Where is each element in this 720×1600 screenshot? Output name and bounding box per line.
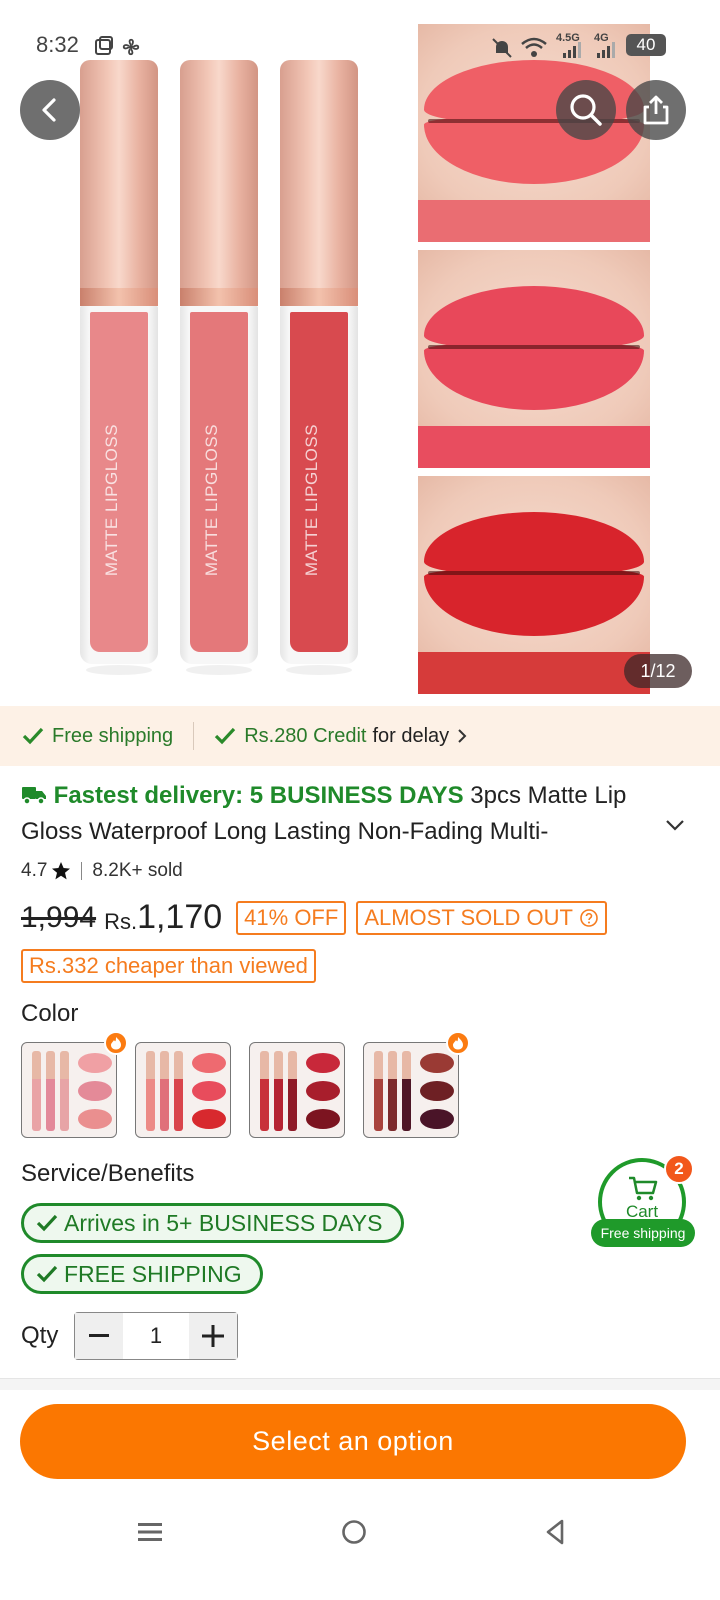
lip-swatch-panel bbox=[418, 476, 650, 694]
hot-flame-icon bbox=[446, 1031, 470, 1055]
credit-label: Rs.280 Credit bbox=[244, 724, 367, 747]
wifi-icon bbox=[521, 37, 547, 57]
chevron-left-icon bbox=[42, 98, 56, 122]
share-icon bbox=[643, 95, 669, 125]
sold-count: 8.2K+ sold bbox=[92, 860, 183, 881]
color-label: Color bbox=[21, 1000, 79, 1027]
price-row: 1,994 Rs. 1,170 41% OFF ALMOST SOLD OUT bbox=[21, 898, 617, 937]
color-option[interactable] bbox=[135, 1042, 231, 1138]
check-icon bbox=[215, 727, 236, 745]
image-counter: 1/12 bbox=[624, 654, 692, 688]
home-icon[interactable] bbox=[340, 1518, 368, 1546]
current-price: 1,170 bbox=[137, 898, 223, 936]
check-icon bbox=[36, 1265, 58, 1283]
benefit-strip[interactable]: Free shipping Rs.280 Credit for delay bbox=[0, 706, 720, 766]
quantity-value[interactable]: 1 bbox=[123, 1313, 189, 1359]
quantity-stepper: 1 bbox=[74, 1312, 238, 1360]
fastest-delivery-label: Fastest delivery: 5 BUSINESS DAYS bbox=[53, 782, 464, 809]
cheaper-than-viewed-badge: Rs.332 cheaper than viewed bbox=[21, 949, 316, 983]
rating-value: 4.7 bbox=[21, 860, 48, 881]
stock-badge[interactable]: ALMOST SOLD OUT bbox=[356, 900, 607, 935]
qty-label: Qty bbox=[21, 1322, 59, 1349]
star-icon bbox=[52, 862, 71, 880]
free-shipping-pill-label: FREE SHIPPING bbox=[64, 1260, 242, 1287]
mute-icon bbox=[492, 38, 512, 58]
lipgloss-tube: MATTE LIPGLOSS bbox=[80, 60, 158, 675]
decrease-quantity-button[interactable] bbox=[75, 1313, 123, 1359]
fan-icon bbox=[122, 38, 140, 56]
hot-flame-icon bbox=[104, 1031, 128, 1055]
lipgloss-tube: MATTE LIPGLOSS bbox=[280, 60, 358, 675]
help-icon bbox=[580, 908, 598, 927]
delay-credit-link[interactable]: Rs.280 Credit for delay bbox=[214, 725, 467, 748]
chevron-right-icon bbox=[458, 729, 467, 743]
tube-label: MATTE LIPGLOSS bbox=[102, 423, 121, 577]
product-title[interactable]: Fastest delivery: 5 BUSINESS DAYS 3pcs M… bbox=[21, 778, 651, 850]
color-option[interactable] bbox=[21, 1031, 128, 1138]
signal-icon bbox=[563, 42, 581, 58]
color-option[interactable] bbox=[249, 1042, 345, 1138]
menu-icon[interactable] bbox=[136, 1518, 164, 1546]
share-button[interactable] bbox=[626, 80, 686, 140]
color-options bbox=[21, 1031, 470, 1138]
lip-swatch-panel bbox=[418, 250, 650, 468]
status-time: 8:32 bbox=[36, 32, 79, 57]
free-shipping-pill: FREE SHIPPING bbox=[21, 1254, 263, 1294]
lipgloss-tube: MATTE LIPGLOSS bbox=[180, 60, 258, 675]
tube-label: MATTE LIPGLOSS bbox=[202, 423, 221, 577]
currency: Rs. bbox=[104, 908, 138, 934]
check-icon bbox=[36, 1214, 58, 1232]
signal-icon bbox=[597, 42, 615, 58]
plus-icon bbox=[202, 1325, 224, 1347]
arrives-badge: Arrives in 5+ BUSINESS DAYS bbox=[21, 1203, 404, 1243]
system-nav-bar bbox=[0, 1494, 720, 1600]
color-option[interactable] bbox=[363, 1031, 470, 1138]
chevron-down-icon[interactable] bbox=[664, 818, 686, 832]
back-nav-icon[interactable] bbox=[542, 1518, 570, 1546]
service-label: Service/Benefits bbox=[21, 1160, 195, 1187]
minus-icon bbox=[89, 1334, 109, 1337]
check-icon bbox=[22, 727, 44, 745]
search-button[interactable] bbox=[556, 80, 616, 140]
back-button[interactable] bbox=[20, 80, 80, 140]
free-shipping-label: Free shipping bbox=[52, 724, 174, 747]
cart-count-badge: 2 bbox=[664, 1154, 694, 1184]
stock-label: ALMOST SOLD OUT bbox=[364, 904, 573, 930]
cart-icon bbox=[629, 1176, 658, 1201]
battery-icon: 40 bbox=[626, 34, 666, 56]
cart-free-shipping-tag: Free shipping bbox=[591, 1219, 695, 1247]
divider bbox=[0, 1378, 720, 1390]
delivery-truck-icon bbox=[22, 787, 46, 805]
product-image-gallery[interactable]: MATTE LIPGLOSS MATTE LIPGLOSS MATTE LIPG… bbox=[0, 0, 720, 705]
arrives-label: Arrives in 5+ BUSINESS DAYS bbox=[64, 1209, 383, 1236]
notification-icon bbox=[95, 36, 113, 55]
credit-suffix: for delay bbox=[372, 724, 450, 747]
rating-row[interactable]: 4.7 8.2K+ sold bbox=[21, 860, 183, 882]
free-shipping-badge: Free shipping bbox=[22, 725, 173, 748]
increase-quantity-button[interactable] bbox=[189, 1313, 237, 1359]
tube-label: MATTE LIPGLOSS bbox=[302, 423, 321, 577]
discount-badge: 41% OFF bbox=[236, 900, 347, 935]
original-price: 1,994 bbox=[21, 900, 97, 934]
select-option-button[interactable]: Select an option bbox=[20, 1404, 686, 1479]
status-bar: 8:32 4.5G 4G 40 bbox=[0, 28, 720, 64]
search-icon bbox=[570, 94, 602, 126]
